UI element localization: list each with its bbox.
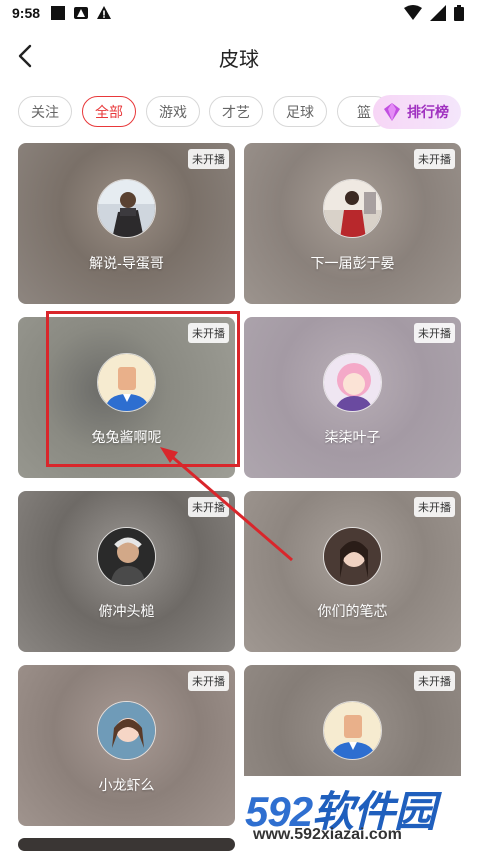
battery-icon: [454, 5, 464, 21]
offline-badge: 未开播: [414, 671, 455, 691]
status-time: 9:58: [12, 5, 41, 21]
tab-football[interactable]: 足球: [273, 96, 327, 127]
avatar: [97, 701, 156, 760]
offline-badge: 未开播: [188, 671, 229, 691]
streamer-name: 小龙虾么: [98, 777, 155, 793]
streamer-name: 下一届彭于晏: [310, 255, 395, 271]
tab-all[interactable]: 全部: [82, 96, 136, 127]
tab-follow[interactable]: 关注: [18, 96, 72, 127]
streamer-card[interactable]: 未开播 俯冲头槌: [18, 491, 235, 652]
offline-badge: 未开播: [414, 149, 455, 169]
streamer-name: 俯冲头槌: [98, 603, 155, 619]
avatar: [97, 179, 156, 238]
avatar: [323, 701, 382, 760]
app-notification-icon: [51, 6, 66, 20]
streamer-card[interactable]: [18, 838, 235, 851]
offline-badge: 未开播: [188, 149, 229, 169]
streamer-name: 柒柒叶子: [324, 429, 381, 445]
watermark: 592软件园 www.592xiazai.com: [239, 776, 478, 851]
status-bar: 9:58: [0, 0, 478, 26]
highlight-box: [46, 311, 240, 467]
accessibility-icon: [74, 7, 89, 19]
streamer-name: 你们的笔芯: [317, 603, 388, 619]
wifi-icon: [404, 5, 422, 20]
offline-badge: 未开播: [414, 497, 455, 517]
avatar: [323, 527, 382, 586]
avatar: [323, 353, 382, 412]
warning-icon: [97, 6, 112, 19]
tab-talent[interactable]: 才艺: [209, 96, 263, 127]
streamer-card[interactable]: 未开播 下一届彭于晏: [244, 143, 461, 304]
header: 皮球: [0, 30, 478, 82]
streamer-card[interactable]: 未开播 你们的笔芯: [244, 491, 461, 652]
page-title: 皮球: [219, 49, 259, 71]
streamer-card[interactable]: 未开播 小龙虾么: [18, 665, 235, 826]
streamer-card[interactable]: 未开播 柒柒叶子: [244, 317, 461, 478]
avatar: [97, 527, 156, 586]
tab-games[interactable]: 游戏: [146, 96, 200, 127]
ranking-label: 排行榜: [407, 104, 449, 120]
streamer-card[interactable]: 未开播 解说-导蛋哥: [18, 143, 235, 304]
streamer-name: 解说-导蛋哥: [89, 255, 164, 271]
avatar: [323, 179, 382, 238]
watermark-url: www.592xiazai.com: [253, 826, 402, 843]
signal-icon: [430, 5, 446, 21]
ranking-button[interactable]: 排行榜: [373, 95, 461, 129]
offline-badge: 未开播: [188, 497, 229, 517]
offline-badge: 未开播: [414, 323, 455, 343]
gem-icon: [384, 103, 400, 121]
